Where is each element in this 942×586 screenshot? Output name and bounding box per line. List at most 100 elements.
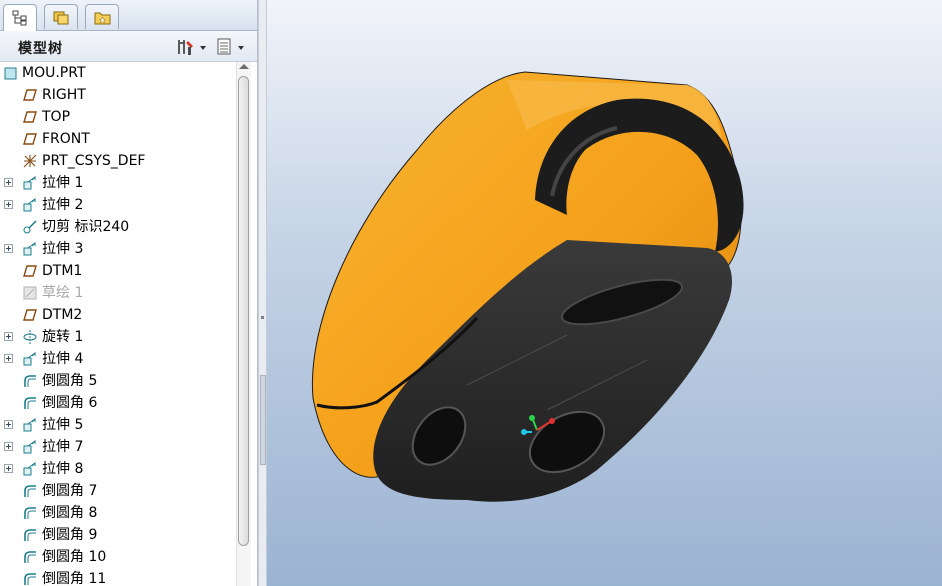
- tree-item-label: DTM2: [42, 307, 83, 323]
- navigator-tabbar: [0, 0, 257, 31]
- extrude-icon: [22, 439, 38, 455]
- round-icon: [22, 527, 38, 543]
- tree-item[interactable]: 倒圆角 9: [0, 524, 236, 546]
- tree-scrollbar[interactable]: [236, 62, 251, 586]
- expand-icon[interactable]: [4, 178, 13, 187]
- graphics-viewport[interactable]: [267, 0, 942, 586]
- sash-handle[interactable]: [260, 375, 266, 465]
- extrude-icon: [22, 417, 38, 433]
- round-icon: [22, 505, 38, 521]
- datum-plane-icon: [22, 131, 38, 147]
- sketch-icon: [22, 285, 38, 301]
- tree-item-label: 草绘 1: [42, 285, 84, 301]
- model-tree: MOU.PRT RIGHT TOP FRONT PRT_CSYS_DEF 拉伸 1 拉伸 2…: [0, 62, 236, 586]
- tree-item-label: MOU.PRT: [22, 65, 86, 81]
- tree-item-label: 拉伸 4: [42, 351, 84, 367]
- expand-icon[interactable]: [4, 244, 13, 253]
- scroll-up-icon[interactable]: [239, 64, 249, 69]
- tree-settings-button[interactable]: [176, 37, 210, 57]
- tab-favorites[interactable]: [85, 4, 119, 29]
- model-tree-header: 模型树: [0, 31, 257, 62]
- tab-folder-browser[interactable]: [44, 4, 78, 29]
- tree-item[interactable]: 拉伸 1: [0, 172, 236, 194]
- tree-item[interactable]: 倒圆角 8: [0, 502, 236, 524]
- model-tree-panel: 模型树 MOU.PRT RIGHT TOP FRONT PRT_CSYS_DEF 拉伸 1…: [0, 0, 258, 586]
- expand-icon[interactable]: [4, 420, 13, 429]
- datum-plane-icon: [22, 109, 38, 125]
- extrude-icon: [22, 461, 38, 477]
- tree-item[interactable]: RIGHT: [0, 84, 236, 106]
- tree-item-label: 拉伸 8: [42, 461, 84, 477]
- tree-item[interactable]: FRONT: [0, 128, 236, 150]
- tree-item-label: 倒圆角 10: [42, 549, 107, 565]
- tree-item-label: 拉伸 3: [42, 241, 84, 257]
- extrude-icon: [22, 175, 38, 191]
- tree-columns-button[interactable]: [216, 37, 250, 57]
- tree-item[interactable]: 倒圆角 11: [0, 568, 236, 586]
- sash-grip-icon: [261, 316, 264, 319]
- tree-item-label: DTM1: [42, 263, 83, 279]
- tree-item[interactable]: 旋转 1: [0, 326, 236, 348]
- datum-plane-icon: [22, 87, 38, 103]
- tree-item-label: 倒圆角 9: [42, 527, 98, 543]
- datum-plane-icon: [22, 307, 38, 323]
- tree-item[interactable]: 拉伸 7: [0, 436, 236, 458]
- expand-icon[interactable]: [4, 464, 13, 473]
- scroll-thumb[interactable]: [238, 76, 249, 546]
- tree-item-label: 拉伸 2: [42, 197, 84, 213]
- tree-item-label: 倒圆角 7: [42, 483, 98, 499]
- tree-item-label: 拉伸 5: [42, 417, 84, 433]
- tree-item-label: RIGHT: [42, 87, 86, 103]
- revolve-icon: [22, 329, 38, 345]
- extrude-icon: [22, 351, 38, 367]
- tree-item[interactable]: 倒圆角 10: [0, 546, 236, 568]
- tree-item-label: 切剪 标识240: [42, 219, 130, 235]
- folder-browser-tab-icon: [53, 11, 69, 25]
- tree-root-item[interactable]: MOU.PRT: [0, 62, 236, 84]
- tree-item[interactable]: DTM2: [0, 304, 236, 326]
- cut-icon: [22, 219, 38, 235]
- tree-item-label: TOP: [42, 109, 71, 125]
- tree-item-label: 拉伸 1: [42, 175, 84, 191]
- tree-item[interactable]: 拉伸 5: [0, 414, 236, 436]
- tree-item-label: 倒圆角 6: [42, 395, 98, 411]
- round-icon: [22, 483, 38, 499]
- round-icon: [22, 373, 38, 389]
- tree-item[interactable]: 倒圆角 5: [0, 370, 236, 392]
- extrude-icon: [22, 241, 38, 257]
- mouse-model-3d: [311, 71, 744, 502]
- expand-icon[interactable]: [4, 332, 13, 341]
- tree-item[interactable]: TOP: [0, 106, 236, 128]
- tree-item-label: FRONT: [42, 131, 90, 147]
- tree-item[interactable]: PRT_CSYS_DEF: [0, 150, 236, 172]
- model-tree-tab-icon: [12, 10, 27, 26]
- tree-settings-icon: [178, 40, 206, 55]
- round-icon: [22, 571, 38, 586]
- datum-plane-icon: [22, 263, 38, 279]
- round-icon: [22, 395, 38, 411]
- tree-item-label: 拉伸 7: [42, 439, 84, 455]
- tree-item[interactable]: 切剪 标识240: [0, 216, 236, 238]
- panel-sash[interactable]: [258, 0, 267, 586]
- tree-item[interactable]: 倒圆角 7: [0, 480, 236, 502]
- tree-item-label: 倒圆角 11: [42, 571, 107, 586]
- tab-model-tree[interactable]: [3, 4, 37, 31]
- tree-item[interactable]: 拉伸 3: [0, 238, 236, 260]
- tree-item[interactable]: 草绘 1: [0, 282, 236, 304]
- tree-item[interactable]: 拉伸 2: [0, 194, 236, 216]
- tree-item[interactable]: DTM1: [0, 260, 236, 282]
- expand-icon[interactable]: [4, 200, 13, 209]
- page-title: 模型树: [18, 41, 63, 57]
- csys-icon: [22, 153, 38, 169]
- tree-item-label: 倒圆角 5: [42, 373, 98, 389]
- expand-icon[interactable]: [4, 442, 13, 451]
- tree-columns-icon: [217, 38, 244, 55]
- tree-item[interactable]: 拉伸 4: [0, 348, 236, 370]
- expand-icon[interactable]: [4, 354, 13, 363]
- tree-item-label: 旋转 1: [42, 329, 84, 345]
- part-icon: [4, 65, 20, 81]
- tree-item[interactable]: 倒圆角 6: [0, 392, 236, 414]
- extrude-icon: [22, 197, 38, 213]
- tree-item-label: 倒圆角 8: [42, 505, 98, 521]
- tree-item[interactable]: 拉伸 8: [0, 458, 236, 480]
